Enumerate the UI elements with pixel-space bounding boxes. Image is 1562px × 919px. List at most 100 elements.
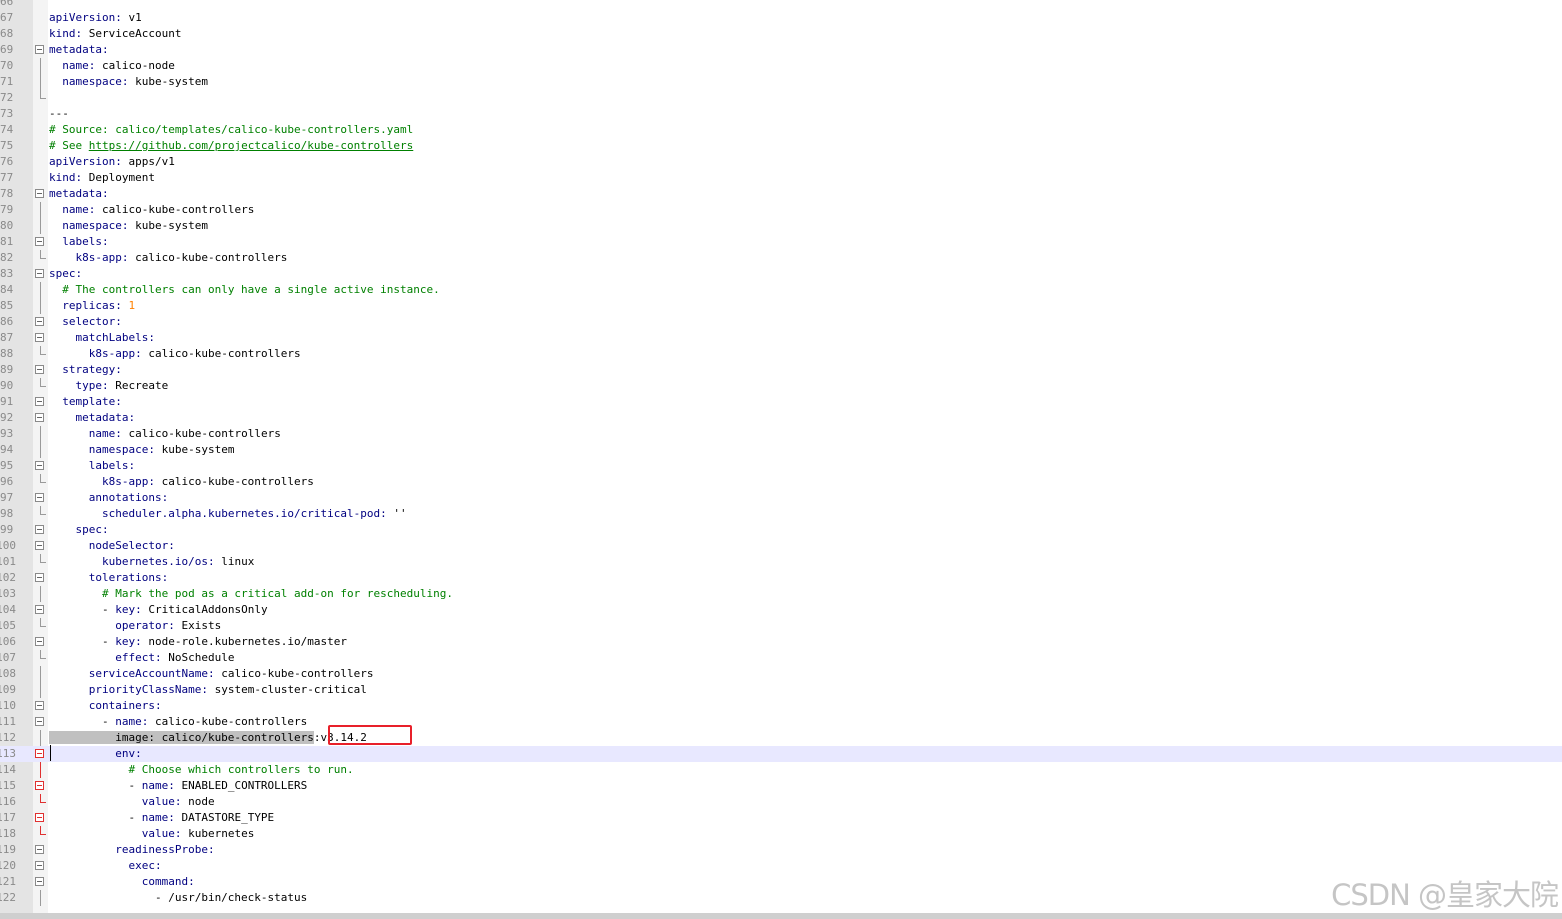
fold-toggle-icon[interactable]: [35, 45, 44, 54]
line-number: 71: [0, 75, 14, 88]
yaml-key: metadata:: [49, 43, 109, 56]
code-line[interactable]: 79 name: calico-kube-controllers: [0, 202, 1562, 218]
fold-toggle-icon[interactable]: [35, 365, 44, 374]
code-line[interactable]: 88 k8s-app: calico-kube-controllers: [0, 346, 1562, 362]
code-line[interactable]: 116 value: node: [0, 794, 1562, 810]
fold-toggle-icon[interactable]: [35, 461, 44, 470]
fold-toggle-icon[interactable]: [35, 861, 44, 870]
code-line[interactable]: 110 containers:: [0, 698, 1562, 714]
code-line[interactable]: 92 metadata:: [0, 410, 1562, 426]
code-line[interactable]: 120 exec:: [0, 858, 1562, 874]
code-line[interactable]: 93 name: calico-kube-controllers: [0, 426, 1562, 442]
code-line[interactable]: 78 metadata:: [0, 186, 1562, 202]
code-line[interactable]: 76 apiVersion: apps/v1: [0, 154, 1562, 170]
fold-toggle-icon[interactable]: [35, 717, 44, 726]
code-line[interactable]: 80 namespace: kube-system: [0, 218, 1562, 234]
code-line[interactable]: 83 spec:: [0, 266, 1562, 282]
code-line[interactable]: 89 strategy:: [0, 362, 1562, 378]
yaml-value: [49, 219, 62, 232]
code-line[interactable]: 103 # Mark the pod as a critical add-on …: [0, 586, 1562, 602]
code-line[interactable]: 101 kubernetes.io/os: linux: [0, 554, 1562, 570]
code-line[interactable]: 121 command:: [0, 874, 1562, 890]
fold-guide-line: [40, 586, 41, 602]
code-line[interactable]: 112 image: calico/kube-controllers:v3.14…: [0, 730, 1562, 746]
code-line[interactable]: 99 spec:: [0, 522, 1562, 538]
code-line[interactable]: 118 value: kubernetes: [0, 826, 1562, 842]
fold-toggle-icon[interactable]: [35, 413, 44, 422]
fold-toggle-icon[interactable]: [35, 333, 44, 342]
code-line[interactable]: 74 # Source: calico/templates/calico-kube…: [0, 122, 1562, 138]
fold-end-marker: [40, 482, 46, 483]
fold-guide-line: [40, 74, 41, 90]
code-text: template:: [49, 394, 122, 410]
fold-toggle-icon[interactable]: [35, 525, 44, 534]
code-line[interactable]: 122 - /usr/bin/check-status: [0, 890, 1562, 906]
fold-toggle-icon[interactable]: [35, 541, 44, 550]
fold-toggle-icon[interactable]: [35, 845, 44, 854]
code-line[interactable]: 72: [0, 90, 1562, 106]
code-line[interactable]: 97 annotations:: [0, 490, 1562, 506]
code-line[interactable]: 87 matchLabels:: [0, 330, 1562, 346]
line-number: 72: [0, 91, 14, 104]
fold-toggle-icon[interactable]: [35, 813, 44, 822]
line-number: 95: [0, 459, 14, 472]
fold-toggle-icon[interactable]: [35, 237, 44, 246]
code-text: namespace: kube-system: [49, 218, 208, 234]
code-line[interactable]: 119 readinessProbe:: [0, 842, 1562, 858]
code-line[interactable]: 69 metadata:: [0, 42, 1562, 58]
code-line[interactable]: 75 # See https://github.com/projectcalico…: [0, 138, 1562, 154]
code-line[interactable]: 96 k8s-app: calico-kube-controllers: [0, 474, 1562, 490]
yaml-key: name:: [62, 59, 96, 72]
code-line[interactable]: 94 namespace: kube-system: [0, 442, 1562, 458]
code-line[interactable]: 117 - name: DATASTORE_TYPE: [0, 810, 1562, 826]
code-line[interactable]: 114 # Choose which controllers to run.: [0, 762, 1562, 778]
line-number: 111: [0, 715, 16, 728]
fold-toggle-icon[interactable]: [35, 317, 44, 326]
code-line[interactable]: 109 priorityClassName: system-cluster-cr…: [0, 682, 1562, 698]
code-line[interactable]: 98 scheduler.alpha.kubernetes.io/critica…: [0, 506, 1562, 522]
code-line[interactable]: 86 selector:: [0, 314, 1562, 330]
code-line[interactable]: 82 k8s-app: calico-kube-controllers: [0, 250, 1562, 266]
code-line[interactable]: 108 serviceAccountName: calico-kube-cont…: [0, 666, 1562, 682]
fold-toggle-icon[interactable]: [35, 269, 44, 278]
fold-toggle-icon[interactable]: [35, 749, 44, 758]
code-line[interactable]: 113 env:: [0, 746, 1562, 762]
code-text: value: node: [49, 794, 215, 810]
code-line[interactable]: 66: [0, 0, 1562, 10]
fold-toggle-icon[interactable]: [35, 397, 44, 406]
code-line[interactable]: 90 type: Recreate: [0, 378, 1562, 394]
line-number: 84: [0, 283, 14, 296]
code-line[interactable]: 73 ---: [0, 106, 1562, 122]
url-link[interactable]: https://github.com/projectcalico/kube-co…: [89, 139, 414, 152]
code-line[interactable]: 70 name: calico-node: [0, 58, 1562, 74]
code-line[interactable]: 104 - key: CriticalAddonsOnly: [0, 602, 1562, 618]
fold-toggle-icon[interactable]: [35, 701, 44, 710]
code-line[interactable]: 105 operator: Exists: [0, 618, 1562, 634]
code-line[interactable]: 85 replicas: 1: [0, 298, 1562, 314]
code-line[interactable]: 102 tolerations:: [0, 570, 1562, 586]
code-line[interactable]: 91 template:: [0, 394, 1562, 410]
fold-toggle-icon[interactable]: [35, 189, 44, 198]
code-line[interactable]: 95 labels:: [0, 458, 1562, 474]
fold-toggle-icon[interactable]: [35, 637, 44, 646]
code-line[interactable]: 106 - key: node-role.kubernetes.io/maste…: [0, 634, 1562, 650]
fold-toggle-icon[interactable]: [35, 781, 44, 790]
code-line[interactable]: 100 nodeSelector:: [0, 538, 1562, 554]
yaml-value: -: [49, 811, 142, 824]
code-line[interactable]: 107 effect: NoSchedule: [0, 650, 1562, 666]
code-line[interactable]: 84 # The controllers can only have a sin…: [0, 282, 1562, 298]
fold-toggle-icon[interactable]: [35, 877, 44, 886]
code-line[interactable]: 77 kind: Deployment: [0, 170, 1562, 186]
yaml-value: [49, 747, 115, 760]
code-text: kubernetes.io/os: linux: [49, 554, 254, 570]
code-line[interactable]: 111 - name: calico-kube-controllers: [0, 714, 1562, 730]
code-editor[interactable]: 66 67 apiVersion: v1 68 kind: ServiceAccount…: [0, 0, 1562, 914]
code-line[interactable]: 81 labels:: [0, 234, 1562, 250]
code-line[interactable]: 68 kind: ServiceAccount: [0, 26, 1562, 42]
fold-toggle-icon[interactable]: [35, 605, 44, 614]
code-line[interactable]: 71 namespace: kube-system: [0, 74, 1562, 90]
code-line[interactable]: 115 - name: ENABLED_CONTROLLERS: [0, 778, 1562, 794]
fold-toggle-icon[interactable]: [35, 573, 44, 582]
code-line[interactable]: 67 apiVersion: v1: [0, 10, 1562, 26]
fold-toggle-icon[interactable]: [35, 493, 44, 502]
